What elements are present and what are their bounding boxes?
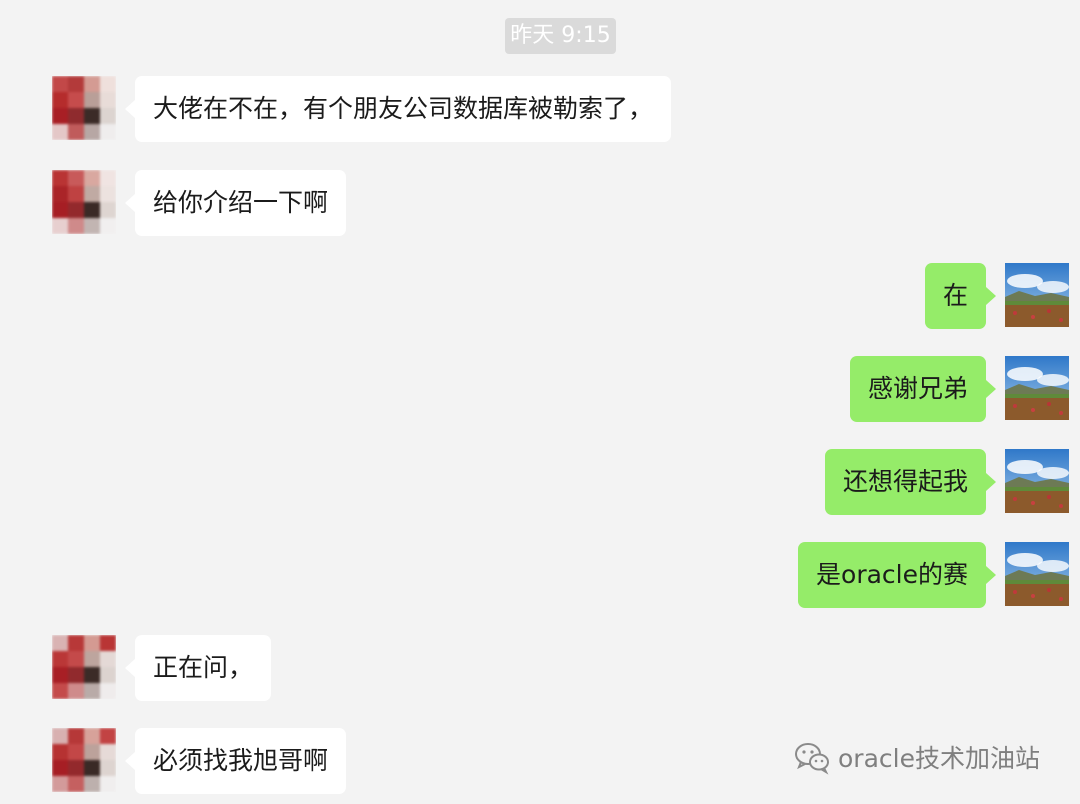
- chat-history: 昨天 9:15 大佬在不在，有个朋友公司数据库被勒索了， 给你介绍一下啊 在 感…: [0, 0, 1080, 804]
- user-avatar[interactable]: [1005, 263, 1069, 327]
- received-message-bubble[interactable]: 大佬在不在，有个朋友公司数据库被勒索了，: [124, 76, 672, 142]
- avatar-mosaic: [52, 170, 116, 234]
- sent-message-bubble[interactable]: 还想得起我: [824, 449, 997, 515]
- timestamp-label: 昨天 9:15: [505, 18, 616, 54]
- avatar-mosaic: [52, 728, 116, 792]
- sent-message-bubble[interactable]: 是oracle的赛: [798, 542, 996, 608]
- received-message-bubble[interactable]: 必须找我旭哥啊: [124, 728, 347, 794]
- contact-avatar[interactable]: [52, 728, 116, 792]
- contact-avatar[interactable]: [52, 76, 116, 140]
- landscape-photo-icon: [1005, 263, 1069, 327]
- avatar-mosaic: [52, 635, 116, 699]
- account-watermark: oracle技术加油站: [792, 737, 1040, 777]
- wechat-icon: [795, 743, 829, 775]
- avatar-mosaic: [52, 76, 116, 140]
- contact-avatar[interactable]: [52, 635, 116, 699]
- contact-avatar[interactable]: [52, 170, 116, 234]
- sent-message-bubble[interactable]: 在: [924, 263, 997, 329]
- watermark-text: oracle技术加油站: [838, 744, 1040, 773]
- landscape-photo-icon: [1005, 449, 1069, 513]
- user-avatar[interactable]: [1005, 542, 1069, 606]
- received-message-bubble[interactable]: 正在问，: [124, 635, 272, 701]
- landscape-photo-icon: [1005, 356, 1069, 420]
- user-avatar[interactable]: [1005, 356, 1069, 420]
- received-message-bubble[interactable]: 给你介绍一下啊: [124, 170, 347, 236]
- sent-message-bubble[interactable]: 感谢兄弟: [849, 356, 997, 422]
- user-avatar[interactable]: [1005, 449, 1069, 513]
- landscape-photo-icon: [1005, 542, 1069, 606]
